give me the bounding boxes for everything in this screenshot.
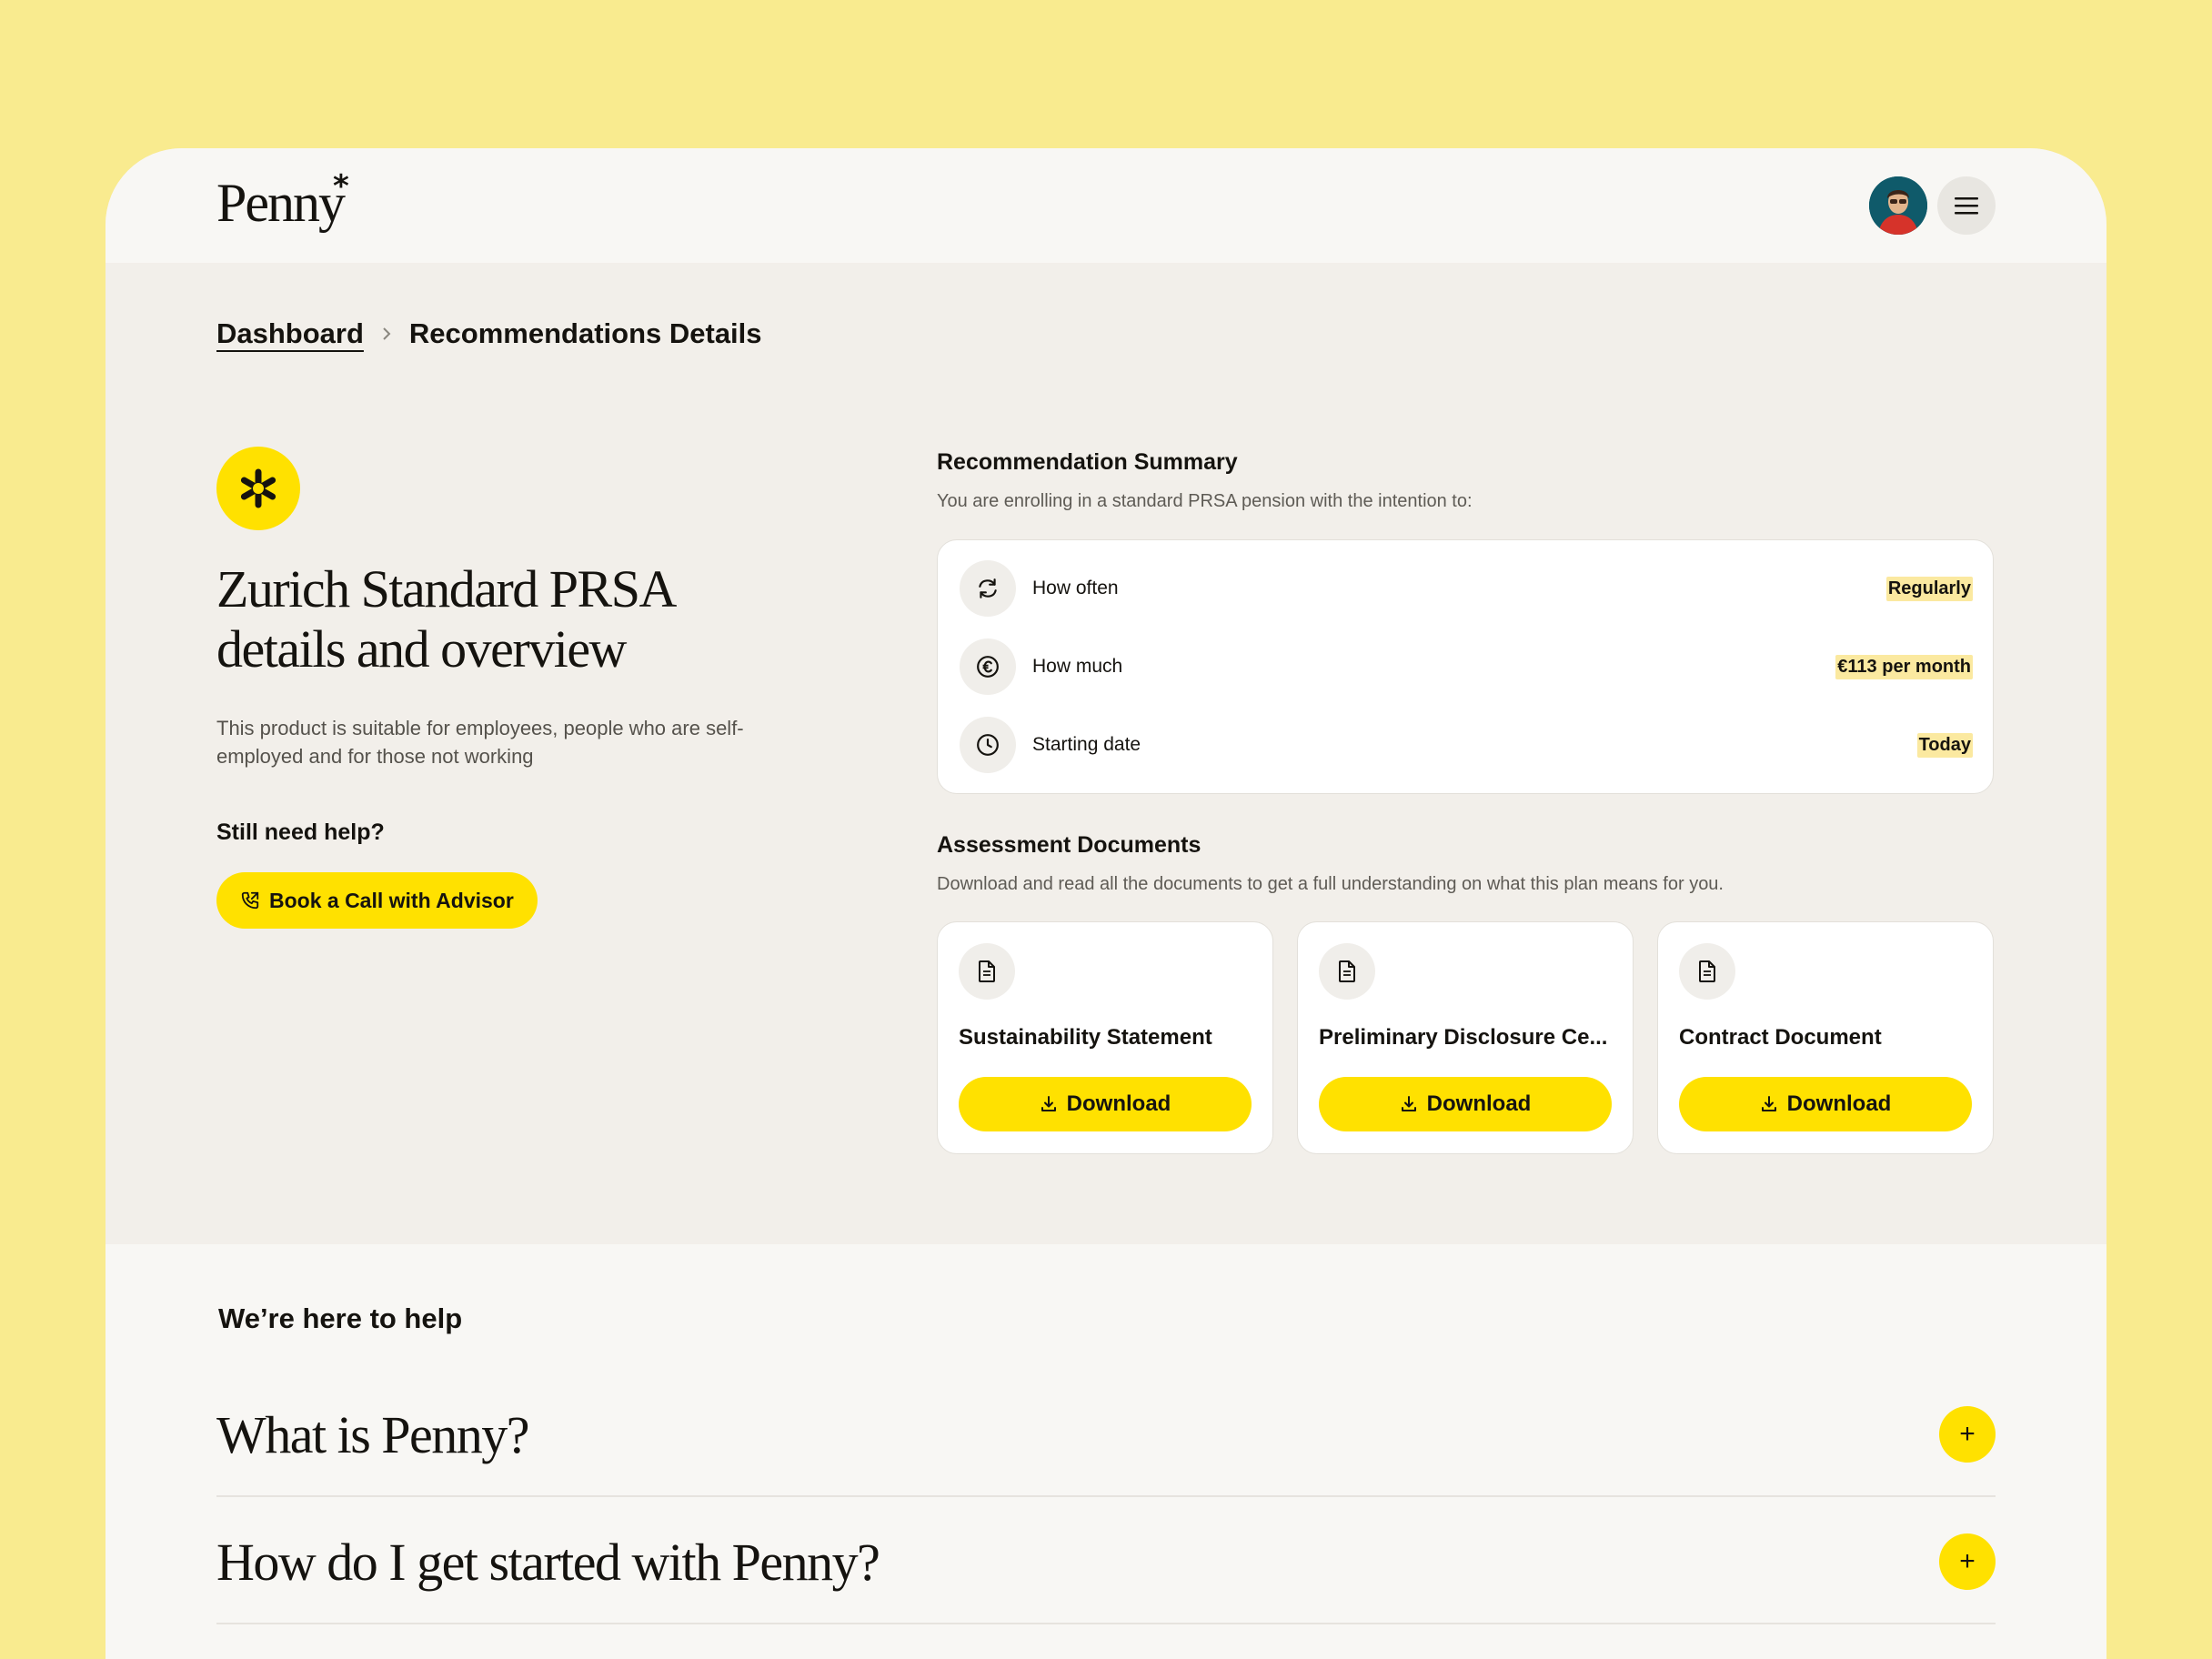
download-label: Download [1426,1091,1532,1116]
faq-question[interactable]: What is Penny? [216,1404,530,1465]
book-call-label: Book a Call with Advisor [269,888,514,912]
summary-row-starting-date: Starting date Today [960,717,1973,773]
summary-row-value: €113 per month [1835,654,1973,679]
hamburger-menu-icon [1955,197,1978,215]
asterisk-icon [240,468,276,508]
documents-heading: Assessment Documents [937,832,1202,858]
phone-icon [241,891,259,910]
summary-row-label: How much [1032,656,1123,677]
faq-item[interactable]: What is Penny? + [216,1370,1996,1497]
summary-subtitle: You are enrolling in a standard PRSA pen… [937,491,1473,511]
top-bar: Penny * [106,148,2106,263]
summary-card: How often Regularly How much €113 per mo… [937,539,1994,794]
expand-plus-icon[interactable]: + [1939,1406,1996,1463]
summary-heading: Recommendation Summary [937,449,1238,475]
download-icon [1041,1096,1056,1111]
download-icon [1761,1096,1776,1111]
page-title: Zurich Standard PRSA details and overvie… [216,559,674,679]
breadcrumb: Dashboard Recommendations Details [216,317,762,350]
help-section: We’re here to help What is Penny? + How … [106,1244,2106,1659]
summary-row-label: Starting date [1032,734,1141,755]
download-label: Download [1786,1091,1892,1116]
asterisk-badge [216,447,300,530]
breadcrumb-current: Recommendations Details [408,317,762,349]
download-button[interactable]: Download [1319,1077,1612,1131]
document-title: Contract Document [1679,1025,1882,1050]
documents-subtitle: Download and read all the documents to g… [937,874,1724,894]
document-icon [1319,943,1375,1000]
help-heading: We’re here to help [218,1302,463,1334]
document-card: Contract Document Download [1657,921,1994,1154]
summary-row-how-much: How much €113 per month [960,638,1973,695]
summary-row-label: How often [1032,578,1119,598]
summary-row-value: Regularly [1885,576,1973,601]
penny-logo[interactable]: Penny [216,172,346,235]
expand-plus-icon[interactable]: + [1939,1533,1996,1590]
logo-asterisk: * [333,168,349,205]
menu-button[interactable] [1937,176,1996,235]
faq-question[interactable]: How do I get started with Penny? [216,1532,880,1593]
document-card: Preliminary Disclosure Ce... Download [1297,921,1634,1154]
app-frame: Penny * Dashboard Recommendations Detail… [106,148,2106,1659]
avatar[interactable] [1869,176,1927,235]
document-icon [1679,943,1735,1000]
clock-icon [960,717,1016,773]
chevron-right-icon [382,327,391,341]
faq-item[interactable]: How do I get started with Penny? + [216,1497,1996,1624]
still-need-help-heading: Still need help? [216,819,385,845]
download-icon [1401,1096,1416,1111]
breadcrumb-dashboard-link[interactable]: Dashboard [216,317,364,350]
download-label: Download [1066,1091,1171,1116]
user-avatar-icon [1869,176,1927,235]
summary-row-value: Today [1916,732,1973,758]
document-title: Sustainability Statement [959,1025,1212,1050]
document-icon [959,943,1015,1000]
download-button[interactable]: Download [1679,1077,1972,1131]
summary-row-how-often: How often Regularly [960,560,1973,617]
document-title: Preliminary Disclosure Ce... [1319,1025,1608,1050]
product-description: This product is suitable for employees, … [216,717,744,768]
refresh-icon [960,560,1016,617]
euro-icon [960,638,1016,695]
document-card: Sustainability Statement Download [937,921,1273,1154]
download-button[interactable]: Download [959,1077,1252,1131]
book-call-button[interactable]: Book a Call with Advisor [216,872,538,929]
